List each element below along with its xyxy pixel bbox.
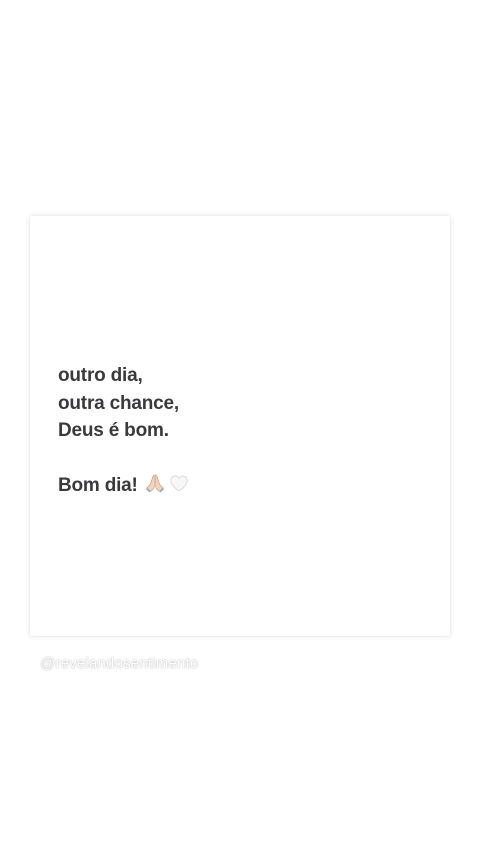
quote-line-3: Deus é bom. [58,420,169,441]
quote-card: outro dia, outra chance, Deus é bom. Bom… [30,216,450,636]
white-heart-icon [170,475,188,491]
closing-line: Bom dia! [58,472,190,500]
quote-text: outro dia, outra chance, Deus é bom. Bom… [58,362,190,499]
watermark-handle: @revelandosentimento [40,655,199,672]
quote-line-1: outro dia, [58,365,143,386]
emoji-group [144,472,190,494]
folded-hands-icon [145,474,164,493]
story-screen: outro dia, outra chance, Deus é bom. Bom… [0,0,480,854]
closing-text: Bom dia! [58,474,138,496]
quote-line-2: outra chance, [58,392,179,414]
